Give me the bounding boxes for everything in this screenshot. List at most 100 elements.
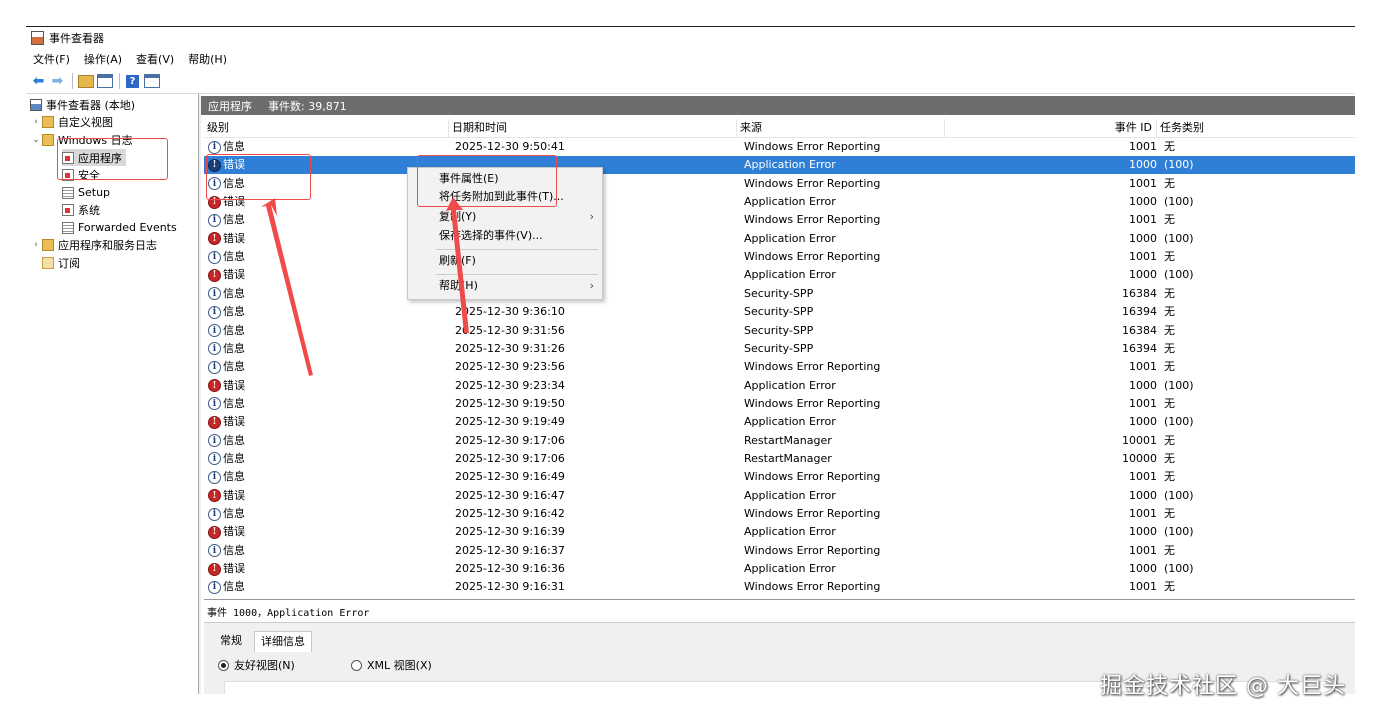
tree-app-service-logs[interactable]: › 应用程序和服务日志	[30, 236, 157, 253]
tree-forwarded-events[interactable]: Forwarded Events	[62, 219, 177, 236]
table-row[interactable]: ! 错误 2025-12-30 9:23:34 Application Error 10…	[204, 377, 1355, 395]
radio-button[interactable]	[351, 659, 362, 671]
chevron-down-icon[interactable]: ⌄	[30, 135, 42, 145]
menu-file[interactable]: 文件(F)	[26, 51, 77, 67]
tab-details[interactable]: 详细信息	[254, 631, 312, 652]
subscription-icon	[42, 256, 54, 269]
info-icon: i	[208, 324, 221, 337]
cell-date: 2025-12-30 9:16:39	[455, 525, 565, 539]
tree-root[interactable]: 事件查看器 (本地)	[30, 96, 135, 113]
console-tree: 事件查看器 (本地) › 自定义视图 ⌄ Windows 日志 应用程序 安全 …	[26, 94, 199, 694]
show-hide-console-tree-icon[interactable]	[96, 73, 113, 90]
ctx-save-selected[interactable]: 保存选择的事件(V)...	[408, 227, 602, 245]
show-hide-action-pane-icon[interactable]	[143, 73, 160, 90]
events-pane: 应用程序 事件数: 39,871 级别 日期和时间 来源 事件 ID 任务类别 …	[201, 94, 1355, 694]
level-text: 信息	[223, 213, 245, 227]
forward-arrow-icon[interactable]: ➡	[49, 73, 66, 90]
cell-task-category: (100)	[1164, 562, 1194, 576]
chevron-right-icon[interactable]: ›	[30, 240, 42, 250]
table-row[interactable]: i 信息 2025-12-30 9:23:56 Windows Error Repor…	[204, 358, 1355, 376]
tab-general[interactable]: 常规	[214, 631, 248, 651]
cell-source: Windows Error Reporting	[744, 396, 881, 410]
table-row[interactable]: ! 错误 2025-12-30 9:16:39 Application Error 10…	[204, 523, 1355, 541]
table-row[interactable]: ! 错误 Application Error 1000 (100)	[204, 193, 1355, 211]
table-row[interactable]: i 信息 2025-12-30 9:16:42 Windows Error Repor…	[204, 505, 1355, 523]
col-task-category[interactable]: 任务类别	[1157, 119, 1355, 137]
col-event-id[interactable]: 事件 ID	[945, 119, 1157, 137]
table-row[interactable]: i 信息 2025-12-30 9:16:31 Windows Error Repor…	[204, 578, 1355, 596]
table-row[interactable]: i 信息 2025-12-30 9:17:06 RestartManager 10001…	[204, 432, 1355, 450]
info-icon: i	[208, 342, 221, 356]
cell-event-id: 16384	[1122, 286, 1157, 300]
table-row[interactable]: i 信息 Windows Error Reporting 1001 无	[204, 211, 1355, 229]
table-row[interactable]: ! 错误 Application Error 1000 (100)	[204, 230, 1355, 248]
table-row[interactable]: ! 错误 Application Error 1000 (100)	[204, 156, 1355, 175]
table-row[interactable]: i 信息 2025-12-30 9:50:41 Windows Error Repor…	[204, 138, 1355, 156]
menu-help[interactable]: 帮助(H)	[181, 51, 234, 67]
cell-source: Application Error	[744, 158, 836, 172]
info-icon: i	[208, 177, 221, 191]
info-icon: i	[208, 250, 221, 264]
table-row[interactable]: i 信息 2025-12-30 9:16:49 Windows Error Repor…	[204, 468, 1355, 486]
tree-subscriptions[interactable]: 订阅	[42, 254, 80, 271]
help-icon[interactable]: ?	[124, 73, 141, 90]
ctx-refresh[interactable]: 刷新(F)	[408, 252, 602, 270]
col-date[interactable]: 日期和时间	[449, 119, 737, 137]
level-text: 信息	[223, 543, 245, 557]
tree-system[interactable]: 系统	[62, 201, 100, 218]
level-text: 信息	[223, 305, 245, 319]
cell-task-category: (100)	[1164, 415, 1194, 429]
tree-windows-logs[interactable]: ⌄ Windows 日志	[30, 131, 133, 148]
cell-level: i 信息	[208, 542, 448, 560]
ctx-separator	[436, 274, 598, 275]
ctx-copy[interactable]: 复制(Y) ›	[408, 208, 602, 226]
menu-action[interactable]: 操作(A)	[77, 51, 129, 67]
chevron-right-icon[interactable]: ›	[30, 117, 42, 127]
table-row[interactable]: i 信息 Security-SPP 16384 无	[204, 285, 1355, 303]
tree-setup[interactable]: Setup	[62, 184, 110, 201]
table-row[interactable]: i 信息 2025-12-30 9:16:37 Windows Error Repor…	[204, 542, 1355, 560]
cell-event-id: 1000	[1129, 231, 1157, 245]
ctx-attach-task[interactable]: 将任务附加到此事件(T)...	[408, 188, 602, 206]
ctx-event-properties[interactable]: 事件属性(E)	[408, 170, 602, 188]
radio-button-checked[interactable]	[218, 659, 229, 671]
cell-task-category: (100)	[1164, 268, 1194, 282]
cell-task-category: 无	[1164, 140, 1175, 153]
cell-level: i 信息	[208, 395, 448, 413]
table-row[interactable]: i 信息 2025-12-30 9:17:06 RestartManager 10000…	[204, 450, 1355, 468]
col-source[interactable]: 来源	[737, 119, 945, 137]
tree-security[interactable]: 安全	[62, 166, 100, 183]
table-row[interactable]: i 信息 2025-12-30 9:19:50 Windows Error Repor…	[204, 395, 1355, 413]
radio-xml-view[interactable]: XML 视图(X)	[351, 657, 432, 673]
table-row[interactable]: ! 错误 2025-12-30 9:16:47 Application Error 10…	[204, 487, 1355, 505]
table-row[interactable]: i 信息 Windows Error Reporting 1001 无	[204, 248, 1355, 266]
cell-level: i 信息	[208, 578, 448, 596]
ctx-help[interactable]: 帮助(H) ›	[408, 277, 602, 295]
table-row[interactable]: ! 错误 2025-12-30 9:19:49 Application Error 10…	[204, 413, 1355, 431]
table-row[interactable]: i 信息 2025-12-30 9:36:10 Security-SPP 16394 无	[204, 303, 1355, 321]
cell-level: i 信息	[208, 505, 448, 523]
back-arrow-icon[interactable]: ⬅	[30, 73, 47, 90]
cell-date: 2025-12-30 9:50:41	[455, 140, 565, 153]
radio-friendly-view[interactable]: 友好视图(N)	[218, 657, 295, 673]
table-row[interactable]: ! 错误 2025-12-30 9:16:36 Application Error 10…	[204, 560, 1355, 578]
table-row[interactable]: i 信息 Windows Error Reporting 1001 无	[204, 175, 1355, 193]
table-row[interactable]: i 信息 2025-12-30 9:31:26 Security-SPP 16394 无	[204, 340, 1355, 358]
tree-application[interactable]: 应用程序	[62, 149, 126, 166]
tree-custom-views[interactable]: › 自定义视图	[30, 113, 113, 130]
cell-task-category: 无	[1164, 213, 1175, 227]
cell-task-category: (100)	[1164, 378, 1194, 392]
col-level[interactable]: 级别	[204, 119, 449, 137]
menu-view[interactable]: 查看(V)	[129, 51, 181, 67]
cell-task-category: 无	[1164, 451, 1175, 465]
cell-date: 2025-12-30 9:19:49	[455, 415, 565, 429]
level-text: 错误	[223, 268, 245, 282]
cell-date: 2025-12-30 9:16:42	[455, 507, 565, 520]
cell-task-category: 无	[1164, 470, 1175, 484]
cell-source: Security-SPP	[744, 341, 814, 355]
event-viewer-window: 事件查看器 文件(F) 操作(A) 查看(V) 帮助(H) ⬅ ➡ ? 事件查看…	[26, 26, 1355, 694]
table-row[interactable]: i 信息 2025-12-30 9:31:56 Security-SPP 16384 无	[204, 322, 1355, 340]
folder-up-icon[interactable]	[77, 73, 94, 90]
cell-level: i 信息	[208, 138, 448, 156]
table-row[interactable]: ! 错误 Application Error 1000 (100)	[204, 266, 1355, 284]
